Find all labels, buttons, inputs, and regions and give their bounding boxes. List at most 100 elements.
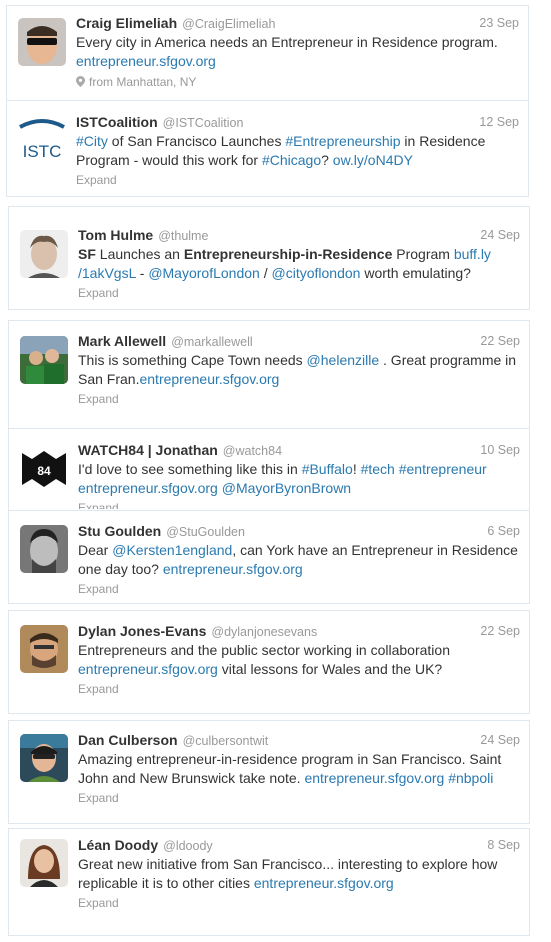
- user-handle[interactable]: @watch84: [223, 444, 282, 458]
- tweet-link[interactable]: entrepreneur.sfgov.org: [78, 480, 218, 496]
- tweet-link[interactable]: entrepreneur.sfgov.org: [254, 875, 394, 891]
- tweet-header: WATCH84 | Jonathan @watch84 10 Sep: [78, 441, 520, 460]
- tweet-link[interactable]: #tech: [361, 461, 395, 477]
- user-handle[interactable]: @ldoody: [163, 839, 213, 853]
- user-name[interactable]: Dan Culberson: [78, 732, 178, 748]
- user-name[interactable]: Stu Goulden: [78, 523, 161, 539]
- avatar[interactable]: [20, 734, 68, 782]
- avatar[interactable]: [20, 336, 68, 384]
- tweet-text: Dear @Kersten1england, can York have an …: [78, 541, 520, 579]
- tweet-body: Stu Goulden @StuGoulden 6 Sep Dear @Kerst…: [78, 522, 520, 596]
- svg-text:84: 84: [37, 464, 51, 478]
- svg-text:ISTC: ISTC: [23, 142, 62, 161]
- avatar[interactable]: 84: [20, 445, 68, 493]
- expand-link[interactable]: Expand: [78, 682, 520, 696]
- tweet-text-segment: Dear: [78, 542, 113, 558]
- tweet-link[interactable]: entrepreneur.sfgov.org: [139, 371, 279, 387]
- avatar[interactable]: ISTC: [18, 117, 66, 165]
- tweet-link[interactable]: #Buffalo: [302, 461, 353, 477]
- tweet-link[interactable]: ow.ly/oN4DY: [333, 152, 413, 168]
- user-name[interactable]: Léan Doody: [78, 837, 158, 853]
- user-name[interactable]: Dylan Jones-Evans: [78, 623, 206, 639]
- avatar[interactable]: [20, 525, 68, 573]
- tweet-body: Craig Elimeliah @CraigElimeliah 23 Sep Ev…: [76, 14, 519, 89]
- tweet-text-segment: Launches an: [95, 246, 184, 262]
- tweet-date[interactable]: 22 Sep: [480, 622, 520, 641]
- tweet-link[interactable]: @MayorByronBrown: [222, 480, 351, 496]
- tweet-text-bold: Entrepreneurship-in-Residence: [183, 246, 393, 262]
- tweet-text: SF Launches an Entrepreneurship-in-Resid…: [78, 245, 520, 283]
- geo-location[interactable]: from Manhattan, NY: [76, 75, 519, 89]
- tweet-text: Every city in America needs an Entrepren…: [76, 33, 519, 71]
- tweet-link[interactable]: entrepreneur.sfgov.org: [76, 53, 216, 69]
- tweet-date[interactable]: 24 Sep: [480, 731, 520, 750]
- expand-link[interactable]: Expand: [78, 501, 520, 509]
- tweet-body: Mark Allewell @markallewell 22 Sep This i…: [78, 332, 520, 406]
- user-handle[interactable]: @CraigElimeliah: [182, 17, 275, 31]
- user-handle[interactable]: @StuGoulden: [166, 525, 245, 539]
- tweet-link[interactable]: #Chicago: [262, 152, 321, 168]
- tweet-text-segment: ?: [321, 152, 333, 168]
- tweet-text-segment: Entrepreneurs and the public sector work…: [78, 642, 450, 658]
- tweet-date[interactable]: 23 Sep: [479, 14, 519, 33]
- tweet-link[interactable]: #Entrepreneurship: [285, 133, 400, 149]
- tweet-link[interactable]: #City: [76, 133, 108, 149]
- tweet-text-segment: /: [259, 265, 272, 281]
- expand-link[interactable]: Expand: [78, 791, 520, 805]
- user-handle[interactable]: @markallewell: [171, 335, 252, 349]
- avatar[interactable]: [20, 839, 68, 887]
- expand-link[interactable]: Expand: [78, 392, 520, 406]
- user-name[interactable]: WATCH84 | Jonathan: [78, 442, 218, 458]
- user-name[interactable]: ISTCoalition: [76, 114, 158, 130]
- map-pin-icon: [76, 76, 85, 87]
- tweet-body: Tom Hulme @thulme 24 Sep SF Launches an E…: [78, 226, 520, 300]
- tweet-link[interactable]: entrepreneur.sfgov.org: [163, 561, 303, 577]
- expand-link[interactable]: Expand: [78, 286, 520, 300]
- tweet-text: #City of San Francisco Launches #Entrepr…: [76, 132, 519, 170]
- tweet-link[interactable]: @Kersten1england: [112, 542, 232, 558]
- user-name[interactable]: Craig Elimeliah: [76, 15, 177, 31]
- user-handle[interactable]: @dylanjonesevans: [211, 625, 317, 639]
- avatar[interactable]: [18, 18, 66, 66]
- tweet-date[interactable]: 6 Sep: [487, 522, 520, 541]
- tweet-text: Amazing entrepreneur-in-residence progra…: [78, 750, 520, 788]
- tweet-date[interactable]: 12 Sep: [479, 113, 519, 132]
- tweet-link[interactable]: @helenzille: [307, 352, 380, 368]
- tweet-text-segment: !: [352, 461, 361, 477]
- tweet-link[interactable]: #nbpoli: [448, 770, 493, 786]
- expand-link[interactable]: Expand: [76, 173, 519, 187]
- user-name[interactable]: Tom Hulme: [78, 227, 153, 243]
- tweet-header: Stu Goulden @StuGoulden 6 Sep: [78, 522, 520, 541]
- tweet-text: I'd love to see something like this in #…: [78, 460, 520, 498]
- tweet-text-segment: Program: [392, 246, 454, 262]
- expand-link[interactable]: Expand: [78, 582, 520, 596]
- user-handle[interactable]: @culbersontwit: [183, 734, 269, 748]
- avatar[interactable]: [20, 230, 68, 278]
- divider: [6, 100, 529, 101]
- tweet-text: Entrepreneurs and the public sector work…: [78, 641, 520, 679]
- tweet-text-segment: I'd love to see something like this in: [78, 461, 302, 477]
- tweet-link[interactable]: entrepreneur.sfgov.org: [78, 661, 218, 677]
- tweet-header: Léan Doody @ldoody 8 Sep: [78, 836, 520, 855]
- tweet-date[interactable]: 22 Sep: [480, 332, 520, 351]
- tweet-date[interactable]: 24 Sep: [480, 226, 520, 245]
- tweet-header: Mark Allewell @markallewell 22 Sep: [78, 332, 520, 351]
- tweet-date[interactable]: 8 Sep: [487, 836, 520, 855]
- avatar[interactable]: [20, 625, 68, 673]
- tweet-link[interactable]: #entrepreneur: [399, 461, 487, 477]
- tweet-clip: 84 WATCH84 | Jonathan @watch84 10 Sep I'd…: [8, 430, 530, 509]
- tweet-link[interactable]: entrepreneur.sfgov.org: [304, 770, 444, 786]
- tweet-link[interactable]: @MayorofLondon: [148, 265, 260, 281]
- tweet-date[interactable]: 10 Sep: [480, 441, 520, 460]
- user-handle[interactable]: @ISTCoalition: [163, 116, 244, 130]
- user-handle[interactable]: @thulme: [158, 229, 208, 243]
- expand-link[interactable]: Expand: [78, 896, 520, 910]
- tweet-header: Dan Culberson @culbersontwit 24 Sep: [78, 731, 520, 750]
- tweet-text-segment: Every city in America needs an Entrepren…: [76, 34, 498, 50]
- tweet-header: ISTCoalition @ISTCoalition 12 Sep: [76, 113, 519, 132]
- user-name[interactable]: Mark Allewell: [78, 333, 166, 349]
- tweet-body: Dan Culberson @culbersontwit 24 Sep Amazi…: [78, 731, 520, 805]
- tweet-link[interactable]: @cityoflondon: [272, 265, 361, 281]
- geo-text: from Manhattan, NY: [89, 75, 197, 89]
- tweet-body: Léan Doody @ldoody 8 Sep Great new initia…: [78, 836, 520, 910]
